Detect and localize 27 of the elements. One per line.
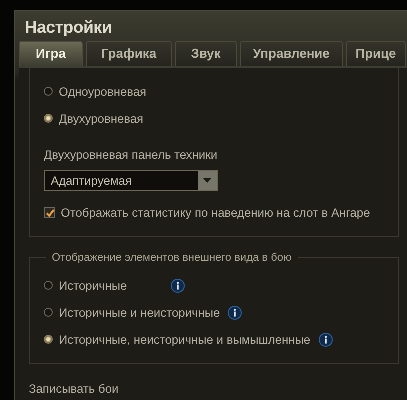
- checkbox[interactable]: [44, 207, 55, 218]
- radio-label: Одноуровневая: [59, 84, 147, 100]
- radio-button[interactable]: [44, 335, 53, 344]
- dropdown[interactable]: Адаптируемая: [44, 170, 218, 191]
- tab[interactable]: Звук: [175, 41, 237, 66]
- radio-label: Историчные: [59, 278, 128, 294]
- radio-button[interactable]: [44, 308, 53, 317]
- radio-button[interactable]: [44, 114, 53, 123]
- caret-icon[interactable]: [198, 171, 217, 190]
- info-icon[interactable]: [171, 278, 185, 292]
- info-icon[interactable]: [318, 332, 333, 346]
- radio-label: Двухуровневая: [59, 110, 144, 128]
- dropdown-value: Адаптируемая: [51, 172, 132, 190]
- radio-button[interactable]: [44, 87, 53, 96]
- tab[interactable]: Игра: [19, 41, 83, 66]
- section-label: Записывать бои: [29, 381, 120, 398]
- tab[interactable]: Управление: [240, 41, 343, 66]
- checkbox-label: Отображать статистику по наведению на слот в Ангаре: [61, 204, 370, 222]
- group-title: Отображение элементов внешнего вида в бою: [46, 250, 298, 266]
- window-title: Настройки: [24, 17, 113, 39]
- tab[interactable]: Прице: [346, 41, 406, 66]
- field-label: Двухуровневая панель техники: [44, 147, 219, 164]
- info-icon[interactable]: [228, 306, 242, 320]
- radio-label: Историчные, неисторичные и вымышленные: [59, 332, 311, 348]
- radio-button[interactable]: [44, 281, 53, 290]
- tab[interactable]: Графика: [86, 41, 172, 66]
- radio-label: Историчные и неисторичные: [59, 304, 220, 322]
